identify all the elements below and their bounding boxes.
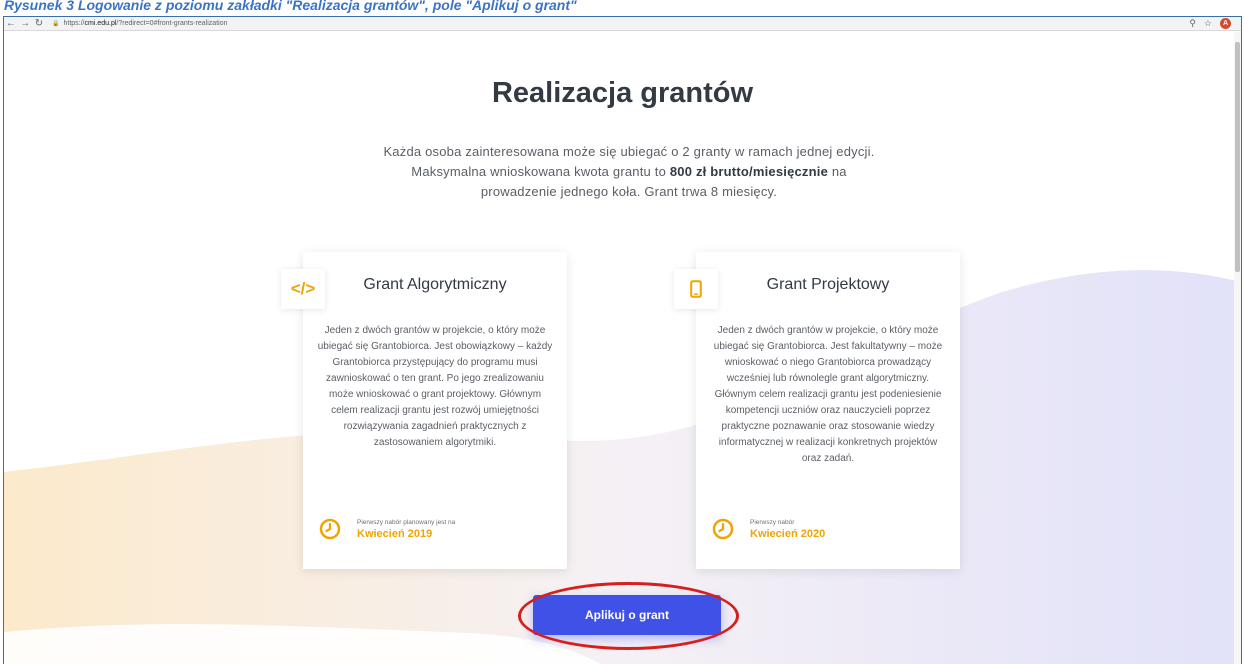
url-path: /?redirect=0#front-grants-realization <box>116 20 228 27</box>
page-title: Realizacja grantów <box>491 77 754 109</box>
figure-caption: Rysunek 3 Logowanie z poziomu zakładki "… <box>4 0 577 13</box>
recruitment-date: Kwiecień 2020 <box>750 527 826 540</box>
intro-line-2-end: na <box>828 164 847 179</box>
recruitment-info: Pierwszy nabór planowany jest na Kwiecie… <box>319 518 455 540</box>
recruitment-label: Pierwszy nabór <box>750 518 795 526</box>
intro-line-1: Każda osoba zainteresowana może się ubie… <box>383 144 875 159</box>
url-prefix: https:// <box>63 20 85 27</box>
clock-icon <box>319 518 341 540</box>
background-waves <box>4 270 1241 664</box>
intro-line-3: prowadzenie jednego koła. Grant trwa 8 m… <box>480 184 778 199</box>
intro-line-2-text: Maksymalna wnioskowana kwota grantu to <box>411 164 670 179</box>
scrollbar[interactable] <box>1234 32 1241 664</box>
bookmark-star-icon[interactable]: ☆ <box>1204 18 1212 29</box>
intro-line-2: Maksymalna wnioskowana kwota grantu to 8… <box>359 162 899 182</box>
clock-icon <box>712 518 734 540</box>
back-icon[interactable]: ← <box>4 17 18 31</box>
recruitment-date: Kwiecień 2019 <box>357 527 433 540</box>
card-description: Jeden z dwóch grantów w projekcie, o któ… <box>713 325 943 464</box>
zoom-icon[interactable]: ⚲ <box>1189 18 1196 29</box>
max-amount: 800 zł brutto/miesięcznie <box>669 164 829 179</box>
address-bar[interactable]: 🔒 https:// cmi.edu.pl /?redirect=0#front… <box>52 18 1189 30</box>
grant-card-project: Grant Projektowy Jeden z dwóch grantów w… <box>674 252 960 569</box>
reload-icon[interactable]: ↻ <box>32 17 46 31</box>
scrollbar-thumb[interactable] <box>1235 42 1240 272</box>
forward-icon[interactable]: → <box>18 17 32 31</box>
card-description: Jeden z dwóch grantów w projekcie, o któ… <box>317 325 553 448</box>
recruitment-info: Pierwszy nabór Kwiecień 2020 <box>712 518 825 540</box>
lock-icon: 🔒 <box>52 21 60 27</box>
grant-card-algorithmic: </> Grant Algorytmiczny Jeden z dwóch gr… <box>281 252 567 569</box>
card-title: Grant Projektowy <box>766 276 890 293</box>
profile-avatar[interactable]: A <box>1220 18 1231 29</box>
recruitment-label: Pierwszy nabór planowany jest na <box>357 518 456 526</box>
page-content: Realizacja grantów Każda osoba zainteres… <box>4 32 1241 664</box>
card-title: Grant Algorytmiczny <box>363 276 507 293</box>
intro-text: Każda osoba zainteresowana może się ubie… <box>359 142 899 202</box>
url-domain: cmi.edu.pl <box>84 20 117 27</box>
browser-toolbar: ← → ↻ 🔒 https:// cmi.edu.pl /?redirect=0… <box>4 17 1241 31</box>
browser-window: ← → ↻ 🔒 https:// cmi.edu.pl /?redirect=0… <box>3 16 1242 664</box>
highlight-ellipse <box>518 582 739 650</box>
